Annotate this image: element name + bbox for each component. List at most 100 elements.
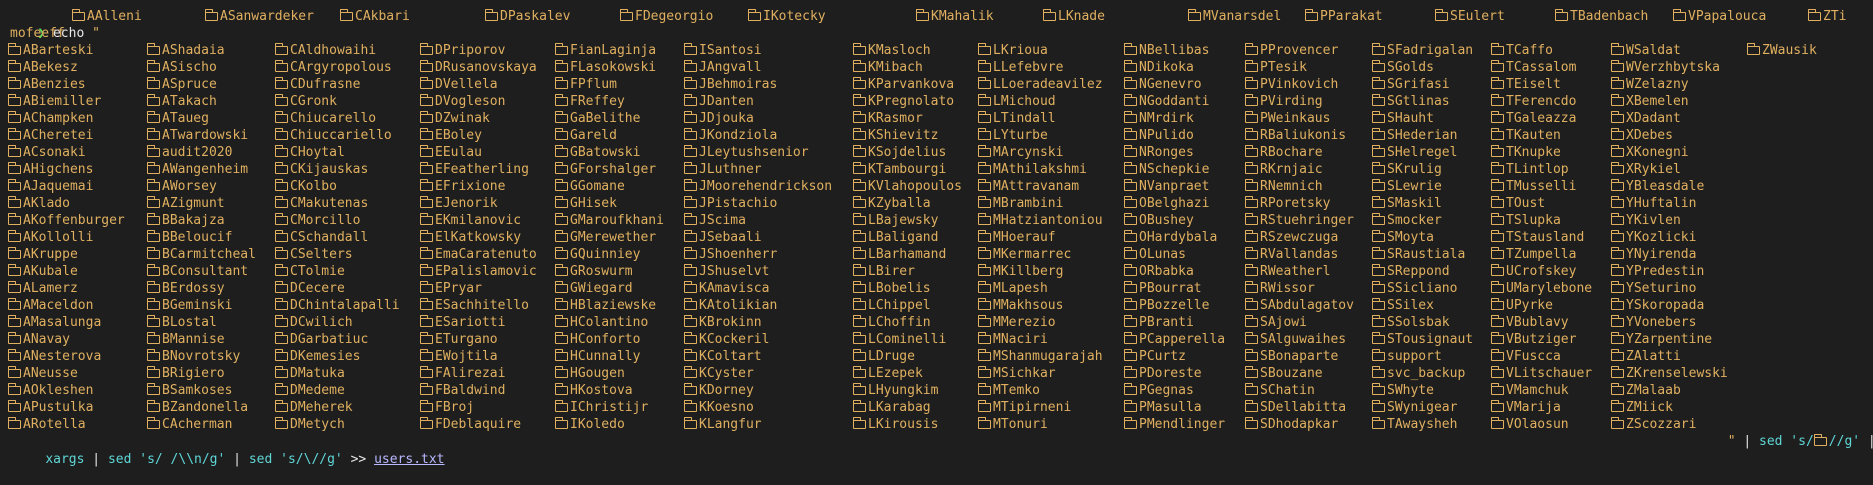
folder-entry: ASanwardeker xyxy=(205,8,314,25)
folder-entry: VButziger xyxy=(1491,331,1576,348)
folder-icon xyxy=(978,417,991,429)
folder-entry: DPaskalev xyxy=(485,8,570,25)
folder-icon xyxy=(147,247,160,259)
folder-entry: HKostova xyxy=(555,382,633,399)
folder-icon xyxy=(420,349,433,361)
folder-name: LChippel xyxy=(868,298,931,313)
folder-name: NRonges xyxy=(1139,145,1194,160)
folder-icon xyxy=(1491,128,1504,140)
folder-name: KPregnolato xyxy=(868,94,955,109)
folder-name: SAlguwaihes xyxy=(1260,332,1347,347)
folder-icon xyxy=(1124,43,1137,55)
folder-entry: ABenzies xyxy=(8,76,86,93)
folder-entry: AAlleni xyxy=(72,8,142,25)
folder-icon xyxy=(1124,94,1137,106)
folder-icon xyxy=(853,400,866,412)
folder-entry: SBouzane xyxy=(1245,365,1323,382)
sed-command-1-tail: //g' xyxy=(1828,434,1861,449)
folder-name: ANeusse xyxy=(23,366,78,381)
folder-entry: UCrofskey xyxy=(1491,263,1576,280)
folder-icon xyxy=(853,111,866,123)
folder-icon xyxy=(1372,264,1385,276)
folder-entry: CHoytal xyxy=(275,144,345,161)
folder-entry: WVerzhbytska xyxy=(1611,59,1720,76)
folder-icon xyxy=(978,94,991,106)
folder-entry: ARotella xyxy=(8,416,86,433)
folder-entry: AKubale xyxy=(8,263,78,280)
folder-entry: ASpruce xyxy=(147,76,217,93)
folder-icon xyxy=(147,111,160,123)
folder-icon xyxy=(555,247,568,259)
folder-name: ABekesz xyxy=(23,60,78,75)
folder-icon xyxy=(340,9,353,21)
folder-name: HGougen xyxy=(570,366,625,381)
folder-name: PTesik xyxy=(1260,60,1307,75)
folder-entry: ZAlatti xyxy=(1611,348,1681,365)
folder-icon xyxy=(978,281,991,293)
folder-name: PProvencer xyxy=(1260,43,1339,58)
folder-icon xyxy=(916,9,929,21)
folder-icon xyxy=(275,247,288,259)
folder-name: XDebes xyxy=(1626,128,1673,143)
folder-entry: BCarmitcheal xyxy=(147,246,256,263)
folder-icon xyxy=(1124,111,1137,123)
folder-icon xyxy=(555,332,568,344)
folder-name: DCecere xyxy=(290,281,345,296)
folder-entry: EBoley xyxy=(420,127,482,144)
folder-icon xyxy=(1124,349,1137,361)
folder-icon xyxy=(684,281,697,293)
folder-name: LHyungkim xyxy=(868,383,939,398)
folder-entry: GaBelithe xyxy=(555,110,640,127)
folder-icon xyxy=(978,162,991,174)
folder-entry: KLangfur xyxy=(684,416,762,433)
folder-name: Smocker xyxy=(1387,213,1442,228)
folder-icon xyxy=(1611,315,1624,327)
folder-name: SDellabitta xyxy=(1260,400,1347,415)
folder-icon xyxy=(1245,43,1258,55)
folder-name: PCapperella xyxy=(1139,332,1226,347)
folder-entry: AJaquemai xyxy=(8,178,93,195)
folder-name: BSamkoses xyxy=(162,383,233,398)
folder-name: CAldhowaihi xyxy=(290,43,377,58)
folder-entry: LKirousis xyxy=(853,416,938,433)
folder-icon xyxy=(684,213,697,225)
command-tail: xargs | sed 's/ /\\n/g' | sed 's/\//g' >… xyxy=(14,434,444,467)
folder-icon xyxy=(1611,145,1624,157)
folder-entry: MMerezio xyxy=(978,314,1056,331)
folder-icon xyxy=(8,77,21,89)
folder-icon xyxy=(1611,281,1624,293)
folder-entry: NRonges xyxy=(1124,144,1194,161)
folder-name: GaBelithe xyxy=(570,111,641,126)
folder-entry: ESachhitello xyxy=(420,297,529,314)
folder-entry: RKrnjaic xyxy=(1245,161,1323,178)
folder-entry: YSeturino xyxy=(1611,280,1696,297)
folder-icon xyxy=(978,247,991,259)
folder-name: AZigmunt xyxy=(162,196,225,211)
folder-entry: PMendlinger xyxy=(1124,416,1225,433)
folder-icon xyxy=(978,298,991,310)
folder-name: JMoorehendrickson xyxy=(699,179,833,194)
folder-name: ASpruce xyxy=(162,77,217,92)
terminal-window[interactable]: ❯ echo " AAlleni ASanwardeker CAkbari DPask… xyxy=(0,0,1873,467)
folder-name: GForshalger xyxy=(570,162,657,177)
folder-icon xyxy=(8,128,21,140)
folder-name: LBajewsky xyxy=(868,213,939,228)
folder-name: TStausland xyxy=(1506,230,1585,245)
folder-entry: JMoorehendrickson xyxy=(684,178,832,195)
folder-entry: NVanpraet xyxy=(1124,178,1209,195)
folder-entry: OLunas xyxy=(1124,246,1186,263)
folder-entry: SHelregel xyxy=(1372,144,1457,161)
folder-name: SChatin xyxy=(1260,383,1315,398)
folder-icon xyxy=(1245,332,1258,344)
folder-icon xyxy=(555,315,568,327)
folder-entry: GMerewether xyxy=(555,229,656,246)
folder-icon xyxy=(1124,128,1137,140)
folder-name: FLasokowski xyxy=(570,60,657,75)
folder-name: SSicliano xyxy=(1387,281,1458,296)
folder-entry: SLewrie xyxy=(1372,178,1442,195)
folder-entry: JLeytushsenior xyxy=(684,144,809,161)
folder-icon xyxy=(684,230,697,242)
folder-entry: ZKrenselewski xyxy=(1611,365,1728,382)
folder-icon xyxy=(8,315,21,327)
folder-name: EEulau xyxy=(435,145,482,160)
